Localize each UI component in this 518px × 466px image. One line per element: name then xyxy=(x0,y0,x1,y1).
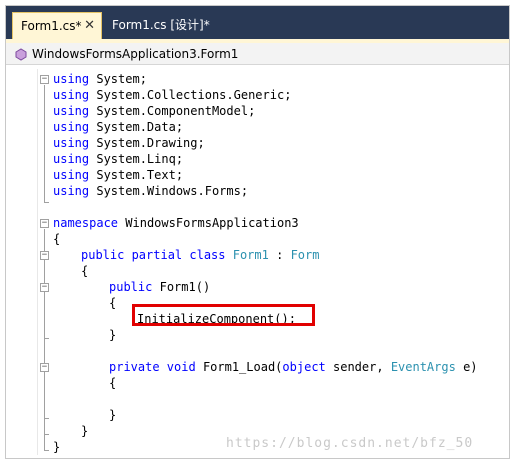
tab-form1-cs[interactable]: Form1.cs* ✕ xyxy=(12,12,102,40)
fold-guide xyxy=(44,202,49,203)
code-editor[interactable]: − − − − − using System; using System.Col… xyxy=(6,65,509,458)
watermark: https://blog.csdn.net/bfz_50 xyxy=(226,436,474,451)
code-line[interactable]: private void Form1_Load(object sender, E… xyxy=(6,359,509,375)
code-line[interactable]: public Form1() xyxy=(6,279,509,295)
tab-label: Form1.cs* xyxy=(21,19,82,33)
close-icon[interactable]: ✕ xyxy=(84,13,95,39)
class-path-dropdown[interactable]: WindowsFormsApplication3.Form1 xyxy=(32,45,238,63)
code-line[interactable]: using System.Drawing; xyxy=(6,135,509,151)
code-line[interactable]: namespace WindowsFormsApplication3 xyxy=(6,215,509,231)
code-line[interactable]: } xyxy=(6,407,509,423)
code-line[interactable]: { xyxy=(6,263,509,279)
code-line[interactable]: { xyxy=(6,375,509,391)
code-line[interactable]: public partial class Form1 : Form xyxy=(6,247,509,263)
navigation-bar[interactable]: WindowsFormsApplication3.Form1 xyxy=(6,43,509,65)
highlight-annotation xyxy=(132,304,315,326)
code-line[interactable]: using System.Linq; xyxy=(6,151,509,167)
document-tab-strip: Form1.cs* ✕ Form1.cs [设计]* xyxy=(6,6,509,40)
tab-label: Form1.cs [设计]* xyxy=(112,18,210,32)
code-line[interactable]: using System.Data; xyxy=(6,119,509,135)
class-icon xyxy=(15,48,27,61)
code-editor-window: Form1.cs* ✕ Form1.cs [设计]* WindowsFormsA… xyxy=(5,5,510,459)
code-line[interactable]: { xyxy=(6,231,509,247)
code-line[interactable]: } xyxy=(6,327,509,343)
code-line[interactable]: using System.Text; xyxy=(6,167,509,183)
code-line[interactable]: using System; xyxy=(6,71,509,87)
code-line[interactable]: using System.Windows.Forms; xyxy=(6,183,509,199)
code-line[interactable]: using System.Collections.Generic; xyxy=(6,87,509,103)
code-line[interactable]: using System.ComponentModel; xyxy=(6,103,509,119)
tab-form1-design[interactable]: Form1.cs [设计]* xyxy=(104,12,234,40)
